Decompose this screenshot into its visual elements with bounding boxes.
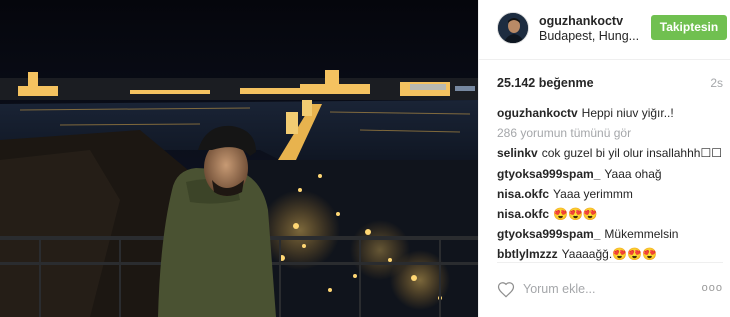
comment-list: oguzhankoctv Heppi niuv yiğır..! 286 yoru… xyxy=(497,105,725,267)
post-sidebar: oguzhankoctv Budapest, Hung... Takiptesi… xyxy=(478,0,730,317)
caption: oguzhankoctv Heppi niuv yiğır..! xyxy=(497,105,725,125)
avatar[interactable] xyxy=(497,12,529,44)
list-item: nisa.okfc Yaaa yerimmm xyxy=(497,186,725,206)
follow-button[interactable]: Takiptesin xyxy=(651,15,727,40)
list-item: selinkv cok guzel bi yil olur insallahhh☐… xyxy=(497,145,725,165)
view-all-comments-link[interactable]: 286 yorumun tümünü gör xyxy=(497,125,725,145)
post-location[interactable]: Budapest, Hung... xyxy=(539,29,639,43)
comment-username[interactable]: nisa.okfc xyxy=(497,187,549,201)
avatar-image xyxy=(498,13,528,43)
post-photo[interactable] xyxy=(0,0,478,317)
instagram-post: oguzhankoctv Budapest, Hung... Takiptesi… xyxy=(0,0,730,317)
post-time[interactable]: 2s xyxy=(710,76,723,90)
comment-text: cok guzel bi yil olur insallahhh☐☐ xyxy=(541,146,722,161)
likes-row: 25.142 beğenme 2s xyxy=(497,76,723,92)
comment-username[interactable]: selinkv xyxy=(497,146,538,160)
comment-username[interactable]: bbtlylmzzz xyxy=(497,247,558,261)
caption-text: Heppi niuv yiğır..! xyxy=(581,106,674,120)
caption-username[interactable]: oguzhankoctv xyxy=(497,106,578,120)
comment-text: Yaaaağğ.😍😍😍 xyxy=(561,247,657,262)
list-item: gtyoksa999spam_ Yaaa ohağ xyxy=(497,166,725,186)
list-item: nisa.okfc 😍😍😍 xyxy=(497,206,725,226)
comment-text: Yaaa yerimmm xyxy=(553,186,633,201)
post-footer: Yorum ekle... ooo xyxy=(497,262,723,314)
comment-username[interactable]: nisa.okfc xyxy=(497,207,549,221)
likes-count[interactable]: 25.142 beğenme xyxy=(497,76,594,90)
comment-text: 😍😍😍 xyxy=(553,206,598,221)
comment-username[interactable]: gtyoksa999spam_ xyxy=(497,167,600,181)
comment-text: Mükemmelsin xyxy=(604,227,679,242)
post-username[interactable]: oguzhankoctv xyxy=(539,14,623,28)
heart-icon[interactable] xyxy=(497,281,515,298)
comment-username[interactable]: gtyoksa999spam_ xyxy=(497,227,600,241)
comment-input[interactable]: Yorum ekle... xyxy=(523,282,596,296)
budapest-night-photo xyxy=(0,0,478,317)
post-header: oguzhankoctv Budapest, Hung... Takiptesi… xyxy=(479,0,730,60)
comment-text: Yaaa ohağ xyxy=(604,166,662,181)
list-item: gtyoksa999spam_ Mükemmelsin xyxy=(497,226,725,246)
more-options-icon[interactable]: ooo xyxy=(702,282,723,294)
